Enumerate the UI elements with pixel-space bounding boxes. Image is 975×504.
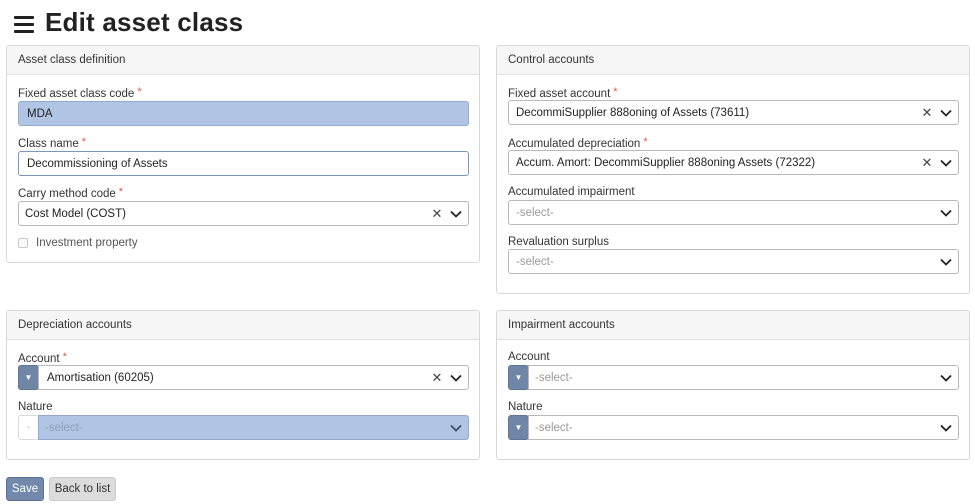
carry-method-code-label: Carry method code * xyxy=(18,186,124,200)
asset-class-definition-panel: Asset class definition Fixed asset class… xyxy=(6,45,480,263)
account-type-selector-button[interactable]: ▼ xyxy=(508,365,529,390)
revaluation-surplus-select[interactable]: -select- xyxy=(508,249,959,274)
carry-method-code-select[interactable]: Cost Model (COST) ✕ xyxy=(18,201,469,226)
accumulated-depreciation-label: Accumulated depreciation * xyxy=(508,136,648,150)
close-icon[interactable]: ✕ xyxy=(920,156,934,169)
required-marker: * xyxy=(643,136,648,148)
close-icon[interactable]: ✕ xyxy=(430,371,444,384)
chevron-down-icon[interactable] xyxy=(934,209,958,217)
impairment-accounts-panel: Impairment accounts Account ▼ -select- N… xyxy=(496,310,970,460)
close-icon[interactable]: ✕ xyxy=(920,106,934,119)
back-to-list-button[interactable]: Back to list xyxy=(49,477,116,501)
depreciation-nature-label: Nature xyxy=(18,401,53,413)
caret-down-icon: ▼ xyxy=(24,373,33,382)
caret-down-icon: ▼ xyxy=(514,423,523,432)
depreciation-account-select[interactable]: Amortisation (60205) ✕ xyxy=(38,365,469,390)
nature-type-selector-button[interactable]: ▼ xyxy=(508,415,529,440)
impairment-nature-select[interactable]: -select- xyxy=(528,415,959,440)
save-button[interactable]: Save xyxy=(6,477,44,501)
required-marker: * xyxy=(137,86,142,98)
impairment-account-select[interactable]: -select- xyxy=(528,365,959,390)
page-title: Edit asset class xyxy=(45,6,244,37)
class-name-field[interactable]: Decommissioning of Assets xyxy=(18,151,469,176)
required-marker: * xyxy=(62,351,67,363)
panel-title: Asset class definition xyxy=(7,46,479,75)
impairment-nature-label: Nature xyxy=(508,401,543,413)
account-type-selector-button[interactable]: ▼ xyxy=(18,365,39,390)
depreciation-account-label: Account * xyxy=(18,351,67,365)
chevron-down-icon[interactable] xyxy=(934,258,958,266)
fixed-asset-account-label: Fixed asset account * xyxy=(508,86,618,100)
investment-property-label: Investment property xyxy=(36,237,138,249)
fixed-asset-account-select[interactable]: DecommiSupplier 888oning of Assets (7361… xyxy=(508,100,959,125)
chevron-down-icon xyxy=(444,424,468,432)
close-icon[interactable]: ✕ xyxy=(430,207,444,220)
required-marker: * xyxy=(613,86,618,98)
panel-title: Control accounts xyxy=(497,46,969,75)
revaluation-surplus-label: Revaluation surplus xyxy=(508,236,610,248)
nature-type-selector-button: - xyxy=(18,415,39,440)
accumulated-impairment-select[interactable]: -select- xyxy=(508,200,959,225)
fixed-asset-class-code-label: Fixed asset class code * xyxy=(18,86,142,100)
panel-title: Depreciation accounts xyxy=(7,311,479,340)
chevron-down-icon[interactable] xyxy=(934,424,958,432)
accumulated-depreciation-select[interactable]: Accum. Amort: DecommiSupplier 888oning A… xyxy=(508,150,959,175)
required-marker: * xyxy=(81,136,86,148)
chevron-down-icon[interactable] xyxy=(934,109,958,117)
investment-property-checkbox[interactable] xyxy=(18,238,28,248)
fixed-asset-class-code-field: MDA xyxy=(18,101,469,126)
chevron-down-icon[interactable] xyxy=(444,210,468,218)
chevron-down-icon[interactable] xyxy=(934,374,958,382)
depreciation-nature-select: -select- xyxy=(38,415,469,440)
chevron-down-icon[interactable] xyxy=(934,159,958,167)
required-marker: * xyxy=(118,186,124,198)
class-name-label: Class name * xyxy=(18,136,86,150)
control-accounts-panel: Control accounts Fixed asset account * De… xyxy=(496,45,970,294)
depreciation-accounts-panel: Depreciation accounts Account * ▼ Amortis… xyxy=(6,310,480,460)
caret-down-icon: ▼ xyxy=(514,373,523,382)
accumulated-impairment-label: Accumulated impairment xyxy=(508,186,635,198)
investment-property-option[interactable]: Investment property xyxy=(18,237,138,249)
chevron-down-icon[interactable] xyxy=(444,374,468,382)
panel-title: Impairment accounts xyxy=(497,311,969,340)
hamburger-menu-icon[interactable] xyxy=(14,15,34,33)
impairment-account-label: Account xyxy=(508,351,550,363)
page-header: Edit asset class xyxy=(14,4,243,40)
